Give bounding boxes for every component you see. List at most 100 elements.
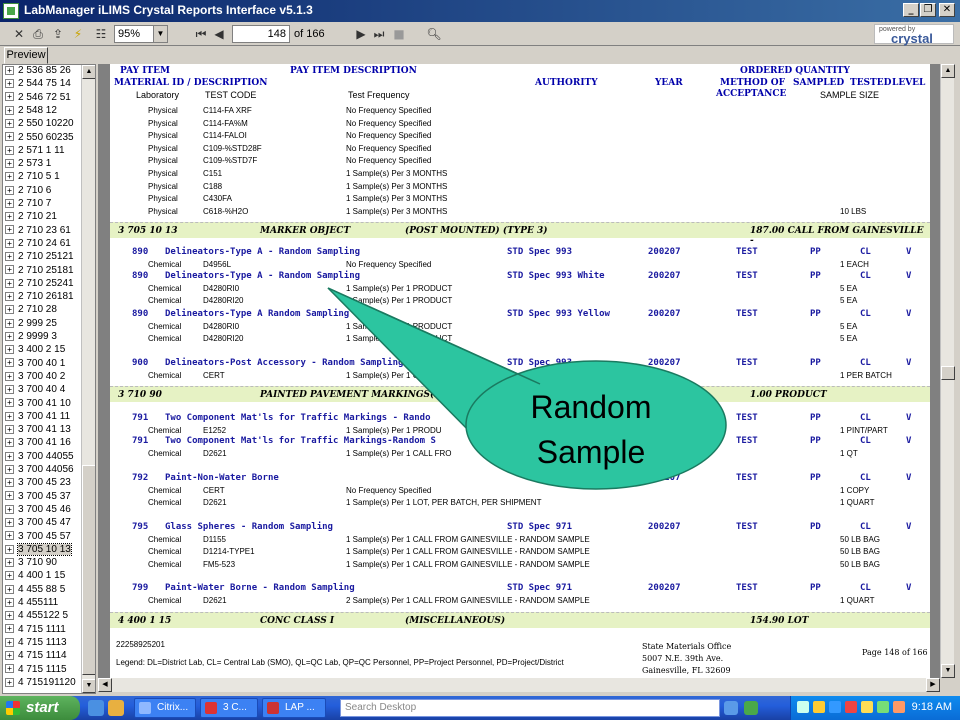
tree-item[interactable]: +2 710 7 bbox=[5, 198, 51, 212]
tree-item[interactable]: +2 710 24 61 bbox=[5, 238, 71, 252]
expand-icon[interactable]: + bbox=[5, 424, 14, 434]
tree-item[interactable]: +4 455 88 5 bbox=[5, 584, 65, 598]
tree-item[interactable]: +3 700 41 13 bbox=[5, 424, 71, 438]
tree-item[interactable]: +4 455122 5 bbox=[5, 610, 68, 624]
scroll-up-icon[interactable]: ▲ bbox=[82, 65, 95, 79]
tree-item[interactable]: +2 999 25 bbox=[5, 318, 57, 332]
close-button[interactable]: ✕ bbox=[939, 3, 955, 17]
expand-icon[interactable]: + bbox=[5, 651, 14, 661]
tree-item[interactable]: +3 700 40 2 bbox=[5, 371, 65, 385]
expand-icon[interactable]: + bbox=[5, 491, 14, 501]
zoom-select[interactable]: 95% ▼ bbox=[114, 25, 168, 43]
tree-item[interactable]: +3 705 10 13 bbox=[5, 542, 72, 558]
scroll-down-icon[interactable]: ▼ bbox=[941, 664, 955, 678]
expand-icon[interactable]: + bbox=[5, 305, 14, 315]
explorer-icon[interactable] bbox=[108, 700, 124, 716]
update-icon[interactable] bbox=[861, 701, 873, 713]
tree-item[interactable]: +3 700 41 16 bbox=[5, 437, 71, 451]
first-page-icon[interactable]: ⏮ bbox=[194, 25, 208, 43]
tree-item[interactable]: +2 550 10220 bbox=[5, 118, 74, 132]
tree-item[interactable]: +2 536 85 26 bbox=[5, 65, 71, 79]
expand-icon[interactable]: + bbox=[5, 92, 14, 102]
expand-icon[interactable]: + bbox=[5, 571, 14, 581]
tree-item[interactable]: +2 573 1 bbox=[5, 158, 51, 172]
expand-icon[interactable]: + bbox=[5, 252, 14, 262]
task-crystal[interactable]: 3 C... bbox=[200, 698, 258, 718]
last-page-icon[interactable]: ⏭ bbox=[372, 25, 386, 43]
search-icon[interactable]: 🔍︎ bbox=[426, 25, 442, 43]
tree-item[interactable]: +2 710 6 bbox=[5, 185, 51, 199]
expand-icon[interactable]: + bbox=[5, 331, 14, 341]
expand-icon[interactable]: + bbox=[5, 438, 14, 448]
expand-icon[interactable]: + bbox=[5, 345, 14, 355]
expand-icon[interactable]: + bbox=[5, 385, 14, 395]
tree-item[interactable]: +2 710 23 61 bbox=[5, 225, 71, 239]
tree-item[interactable]: +2 548 12 bbox=[5, 105, 57, 119]
scroll-up-icon[interactable]: ▲ bbox=[941, 64, 955, 78]
tree-item[interactable]: +4 715191120 bbox=[5, 677, 76, 691]
expand-icon[interactable]: + bbox=[5, 158, 14, 168]
expand-icon[interactable]: + bbox=[5, 611, 14, 621]
tree-item[interactable]: +2 710 25121 bbox=[5, 251, 74, 265]
expand-icon[interactable]: + bbox=[5, 172, 14, 182]
tree-item[interactable]: +4 715 1113 bbox=[5, 637, 67, 651]
expand-icon[interactable]: + bbox=[5, 119, 14, 129]
stop-icon[interactable]: ■ bbox=[392, 25, 406, 43]
expand-icon[interactable]: + bbox=[5, 265, 14, 275]
expand-icon[interactable]: + bbox=[5, 664, 14, 674]
expand-icon[interactable]: + bbox=[5, 371, 14, 381]
tree-item[interactable]: +2 710 28 bbox=[5, 304, 57, 318]
tree-item[interactable]: +2 710 25241 bbox=[5, 278, 74, 292]
expand-icon[interactable]: + bbox=[5, 544, 14, 554]
start-button[interactable]: start bbox=[0, 696, 80, 720]
scroll-thumb[interactable] bbox=[941, 366, 955, 380]
desktop-search-input[interactable]: Search Desktop bbox=[340, 699, 720, 717]
volume-icon[interactable] bbox=[829, 701, 841, 713]
network-icon[interactable] bbox=[797, 701, 809, 713]
expand-icon[interactable]: + bbox=[5, 318, 14, 328]
tree-item[interactable]: +2 710 26181 bbox=[5, 291, 74, 305]
tool-icon[interactable] bbox=[893, 701, 905, 713]
tree-item[interactable]: +2 710 21 bbox=[5, 211, 57, 225]
report-hscrollbar[interactable]: ◀ ▶ bbox=[98, 678, 940, 692]
tree-item[interactable]: +3 700 40 1 bbox=[5, 358, 65, 372]
prev-page-icon[interactable]: ◀ bbox=[212, 25, 226, 43]
expand-icon[interactable]: + bbox=[5, 557, 14, 567]
tree-item[interactable]: +4 715 1111 bbox=[5, 624, 66, 638]
tree-item[interactable]: +3 700 45 46 bbox=[5, 504, 71, 518]
go-icon[interactable] bbox=[744, 701, 758, 715]
print-icon[interactable]: ⎙ bbox=[30, 25, 46, 43]
group-tree-toggle-icon[interactable]: ☷ bbox=[90, 25, 112, 43]
ie-icon[interactable] bbox=[88, 700, 104, 716]
expand-icon[interactable]: + bbox=[5, 105, 14, 115]
tree-item[interactable]: +3 700 45 47 bbox=[5, 517, 71, 531]
tree-item[interactable]: +3 700 45 23 bbox=[5, 477, 71, 491]
tree-item[interactable]: +2 544 75 14 bbox=[5, 78, 71, 92]
expand-icon[interactable]: + bbox=[5, 411, 14, 421]
expand-icon[interactable]: + bbox=[5, 584, 14, 594]
expand-icon[interactable]: + bbox=[5, 132, 14, 142]
expand-icon[interactable]: + bbox=[5, 291, 14, 301]
tree-item[interactable]: +3 700 45 37 bbox=[5, 491, 71, 505]
tree-item[interactable]: +3 710 90 bbox=[5, 557, 57, 571]
tree-item[interactable]: +3 700 44055 bbox=[5, 451, 74, 465]
tree-item[interactable]: +2 9999 3 bbox=[5, 331, 57, 345]
chevron-down-icon[interactable]: ▼ bbox=[153, 26, 167, 42]
antivirus-icon[interactable] bbox=[845, 701, 857, 713]
tree-item[interactable]: +2 546 72 51 bbox=[5, 92, 71, 106]
expand-icon[interactable]: + bbox=[5, 597, 14, 607]
expand-icon[interactable]: + bbox=[5, 358, 14, 368]
expand-icon[interactable]: + bbox=[5, 478, 14, 488]
expand-icon[interactable]: + bbox=[5, 504, 14, 514]
expand-icon[interactable]: + bbox=[5, 624, 14, 634]
home-icon[interactable] bbox=[877, 701, 889, 713]
scroll-right-icon[interactable]: ▶ bbox=[926, 678, 940, 692]
tree-item[interactable]: +2 571 1 11 bbox=[5, 145, 65, 159]
expand-icon[interactable]: + bbox=[5, 198, 14, 208]
tree-item[interactable]: +3 700 41 10 bbox=[5, 398, 71, 412]
expand-icon[interactable]: + bbox=[5, 531, 14, 541]
expand-icon[interactable]: + bbox=[5, 637, 14, 647]
tree-item[interactable]: +2 710 25181 bbox=[5, 265, 74, 279]
expand-icon[interactable]: + bbox=[5, 677, 14, 687]
scroll-left-icon[interactable]: ◀ bbox=[98, 678, 112, 692]
